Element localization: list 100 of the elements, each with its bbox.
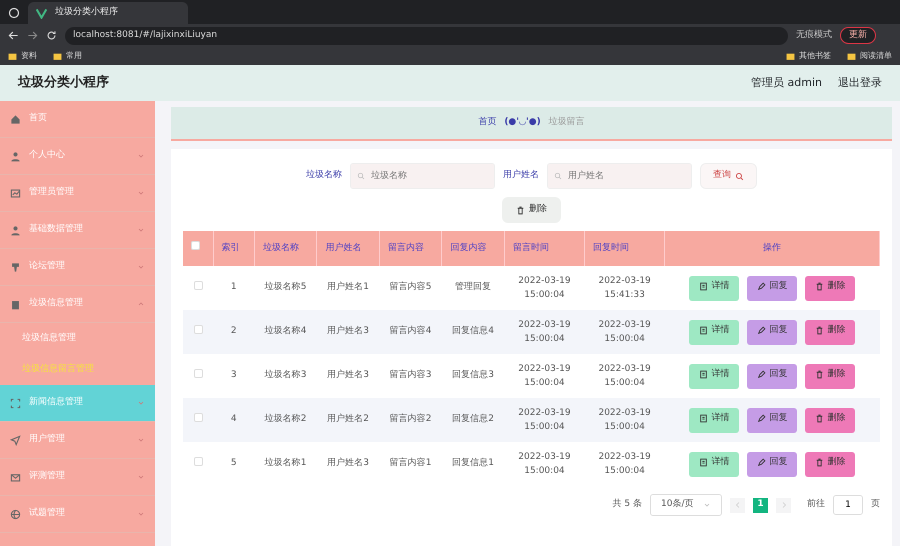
delete-button[interactable]: 删除 [805,276,856,300]
checkbox[interactable] [194,280,203,290]
admin-label: 管理员 admin [751,74,822,91]
trash-icon [814,370,824,379]
table-cell: 垃圾名称1 [264,458,306,468]
send-icon [10,434,21,446]
column-header: 留言内容 [388,242,424,253]
table-cell: 垃圾名称4 [264,326,306,336]
prev-page-button[interactable] [730,498,745,512]
table-cell: 用户姓名1 [327,282,369,292]
search-icon [735,172,744,180]
reply-button[interactable]: 回复 [747,452,798,476]
vue-logo-icon [36,8,47,18]
table-cell-text: 2022-03-19 15:00:04 [597,450,652,478]
table-cell: 留言内容5 [390,282,432,292]
address-bar[interactable]: localhost:8081/#/lajixinxiLiuyan [65,26,788,44]
delete-button[interactable]: 删除 [805,408,856,432]
table-cell-text: 2022-03-19 15:41:33 [597,274,652,302]
table-cell: 回复信息1 [452,458,494,468]
table-cell: 管理回复 [455,282,492,292]
delete-button[interactable]: 删除 [805,452,856,476]
query-button[interactable]: 查询 [700,163,757,189]
mail-icon [10,472,21,482]
reply-button[interactable]: 回复 [747,320,798,344]
reload-icon [46,30,57,41]
column-header: 垃圾名称 [262,242,299,253]
detail-button[interactable]: 详情 [689,408,740,432]
detail-button[interactable]: 详情 [689,452,740,476]
bookmark[interactable]: 资料 [21,50,37,62]
chevron-down-icon [137,263,145,271]
chevron-down-icon [137,226,145,234]
bookmark[interactable]: 阅读清单 [860,50,892,62]
delete-button[interactable]: 删除 [502,197,561,223]
search-field[interactable]: 垃圾名称 [350,163,495,189]
total-count: 共 5 条 [612,498,642,512]
person-icon [10,150,21,162]
field-label: 垃圾名称 [306,169,342,182]
search-icon [357,172,365,180]
trash-icon [516,206,525,214]
table-cell: 回复信息2 [452,414,494,424]
bookmark[interactable]: 常用 [66,50,82,62]
table-cell: 回复信息4 [452,326,494,336]
table-cell: 垃圾名称2 [264,414,306,424]
table-cell: 垃圾名称5 [264,282,306,292]
chevron-down-icon [137,473,145,481]
table-cell-text: 2022-03-19 15:00:04 [517,362,572,390]
trash-icon [814,414,824,423]
table-cell-text: 2022-03-19 15:00:04 [597,406,652,434]
table-cell-text: 2022-03-19 15:00:04 [517,406,572,434]
tab-title: 垃圾分类小程序 [55,6,119,20]
pencil-icon [756,458,766,467]
table-cell: 用户姓名3 [327,326,369,336]
pencil-icon [756,326,766,335]
document-icon [698,326,708,335]
browser-tab[interactable]: 垃圾分类小程序 [28,2,188,24]
table-cell: 2 [230,326,237,336]
logout-link[interactable]: 退出登录 [838,74,882,92]
trash-icon [814,282,824,291]
chevron-down-icon [137,152,145,160]
person-icon [10,224,21,236]
delete-button[interactable]: 删除 [805,320,856,344]
checkbox[interactable] [194,412,203,422]
page-size-select[interactable]: 10条/页 [650,494,722,516]
next-page-button[interactable] [776,498,791,512]
checkbox[interactable] [194,324,203,334]
bookmark[interactable]: 其他书签 [799,50,831,62]
search-icon [554,172,562,180]
table-cell: 1 [230,282,237,292]
delete-button[interactable]: 删除 [805,364,856,388]
chevron-down-icon [137,189,145,197]
trash-icon [814,326,824,335]
frame-icon [10,398,21,408]
checkbox[interactable] [191,241,200,250]
emoticon: (●'◡'●) [504,116,541,130]
reply-button[interactable]: 回复 [747,364,798,388]
page-input[interactable]: 1 [833,495,863,515]
table-cell: 回复信息3 [452,370,494,380]
reply-button[interactable]: 回复 [747,276,798,300]
incognito-label: 无痕模式 [796,28,832,42]
chevron-down-icon [137,510,145,518]
table-cell-text: 2022-03-19 15:00:04 [597,362,652,390]
forward-icon [27,30,38,41]
breadcrumb-link[interactable]: 首页 [478,116,496,130]
folder-icon [8,52,17,60]
column-header: 索引 [222,242,240,253]
reply-button[interactable]: 回复 [747,408,798,432]
checkbox[interactable] [194,456,203,466]
search-field[interactable]: 用户姓名 [547,163,692,189]
detail-button[interactable]: 详情 [689,364,740,388]
chevron-down-icon [137,399,145,407]
table-cell-text: 2022-03-19 15:00:04 [597,318,652,346]
document-icon [698,282,708,291]
update-button[interactable]: 更新 [840,26,876,44]
detail-button[interactable]: 详情 [689,320,740,344]
checkbox[interactable] [194,368,203,378]
column-header: 回复时间 [593,242,630,253]
detail-button[interactable]: 详情 [689,276,740,300]
table-cell-text: 2022-03-19 15:00:04 [517,450,572,478]
column-header: 回复内容 [450,242,486,253]
column-header: 用户姓名 [325,242,362,253]
